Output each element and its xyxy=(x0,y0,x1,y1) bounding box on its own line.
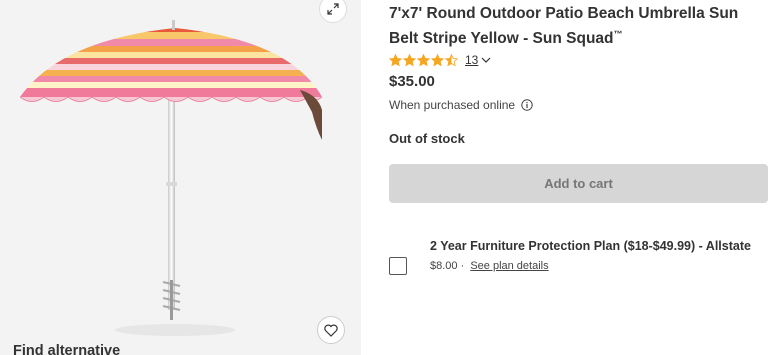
purchase-note-row: When purchased online xyxy=(389,98,768,112)
product-image-panel[interactable] xyxy=(0,0,361,355)
rating-stars xyxy=(389,53,458,67)
stock-status: Out of stock xyxy=(389,131,465,147)
protection-plan-meta: $8.00 · See plan details xyxy=(430,260,760,272)
product-image xyxy=(19,20,323,336)
rating-row[interactable]: 13 xyxy=(389,52,768,68)
protection-plan-text: 2 Year Furniture Protection Plan ($18-$4… xyxy=(430,236,760,272)
product-title-text: 7'x7' Round Outdoor Patio Beach Umbrella… xyxy=(389,5,739,48)
star-icon xyxy=(445,53,458,67)
protection-plan-separator: · xyxy=(460,260,465,272)
purchase-note: When purchased online xyxy=(389,98,516,113)
rating-count-link[interactable]: 13 xyxy=(465,53,478,67)
see-plan-details-link[interactable]: See plan details xyxy=(470,260,548,272)
info-icon[interactable] xyxy=(521,99,533,111)
product-details: 7'x7' Round Outdoor Patio Beach Umbrella… xyxy=(389,0,768,275)
protection-plan-title: 2 Year Furniture Protection Plan ($18-$4… xyxy=(430,239,751,253)
star-icon xyxy=(403,53,416,67)
star-icon xyxy=(431,53,444,67)
trademark-symbol: ™ xyxy=(613,29,623,39)
favorite-button[interactable] xyxy=(317,316,345,344)
chevron-down-icon[interactable] xyxy=(481,55,491,65)
find-alternative-heading: Find alternative xyxy=(13,343,121,355)
protection-plan-price: $8.00 xyxy=(430,260,458,272)
product-page: 7'x7' Round Outdoor Patio Beach Umbrella… xyxy=(0,0,768,355)
price: $35.00 xyxy=(389,73,435,91)
protection-plan-checkbox[interactable] xyxy=(389,257,407,275)
product-title: 7'x7' Round Outdoor Patio Beach Umbrella… xyxy=(389,3,767,49)
expand-icon xyxy=(327,3,339,15)
add-to-cart-button[interactable]: Add to cart xyxy=(389,164,768,203)
star-icon xyxy=(417,53,430,67)
heart-icon xyxy=(324,324,338,337)
star-icon xyxy=(389,53,402,67)
